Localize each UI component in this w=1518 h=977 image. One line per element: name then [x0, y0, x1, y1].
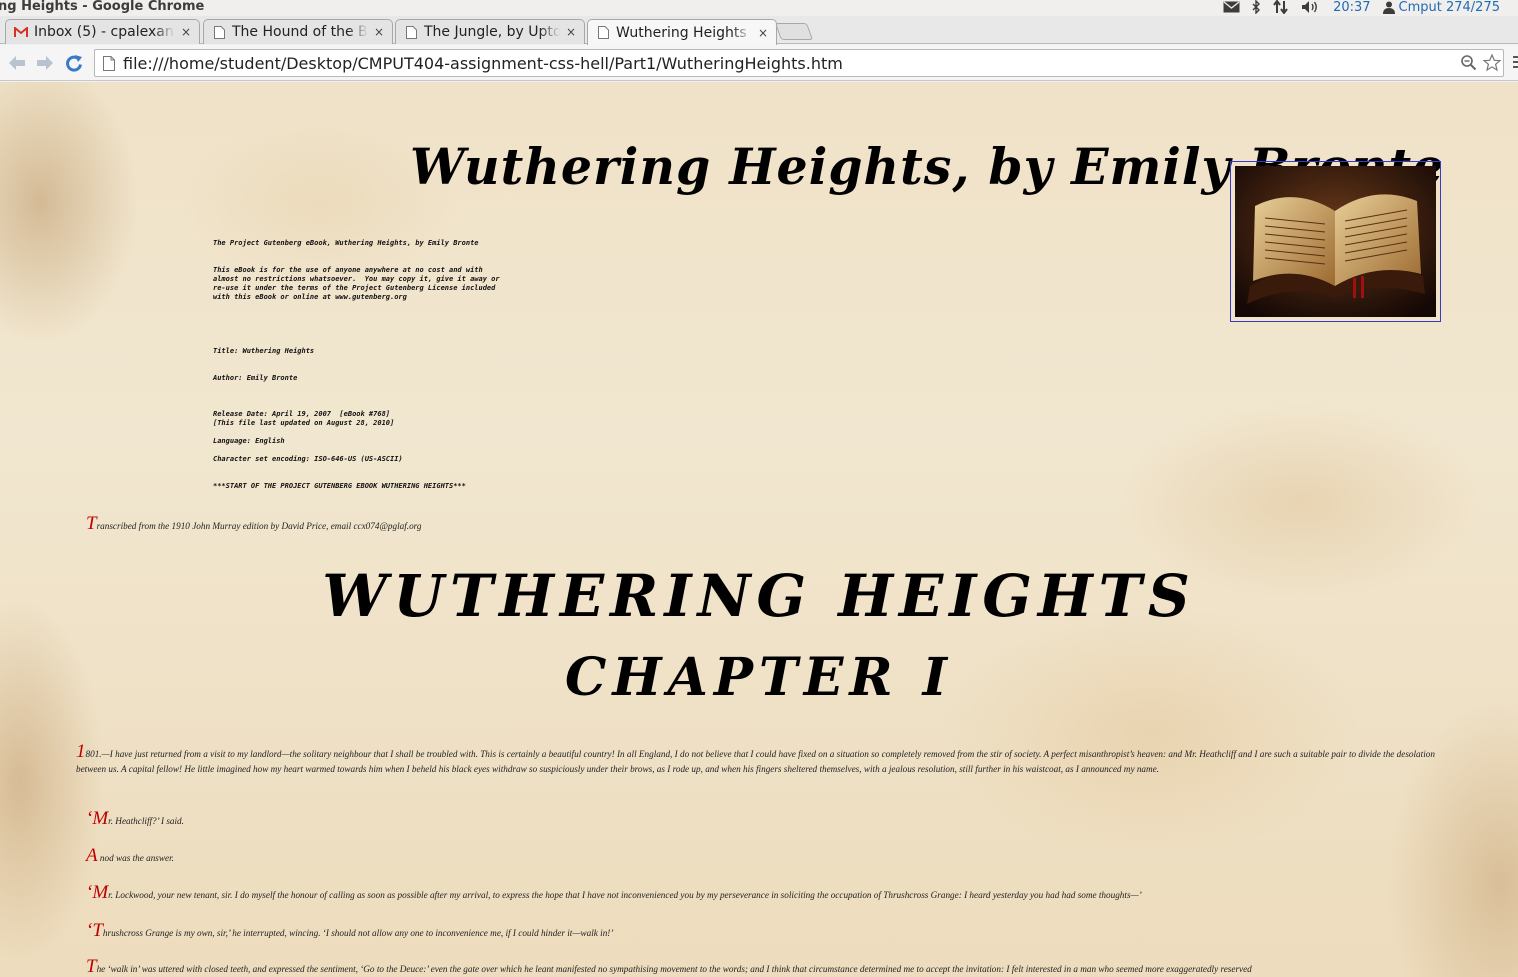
window-title: ng Heights - Google Chrome	[0, 0, 205, 14]
chapter-heading: CHAPTER I	[565, 647, 953, 708]
start-line: ***START OF THE PROJECT GUTENBERG EBOOK …	[213, 482, 466, 490]
release-line: Release Date: April 19, 2007 [eBook #768…	[213, 410, 395, 427]
tab-hound[interactable]: The Hound of the Ba ×	[203, 19, 393, 44]
old-book-image	[1235, 166, 1436, 317]
drop-cap: 1	[76, 741, 86, 762]
page-icon	[596, 26, 610, 40]
drop-cap: T	[86, 513, 97, 534]
tab-inbox[interactable]: Inbox (5) - cpalexan@ ×	[5, 19, 200, 44]
address-bar[interactable]: file:///home/student/Desktop/CMPUT404-as…	[94, 49, 1504, 77]
charset-line: Character set encoding: ISO-646-US (US-A…	[213, 455, 403, 463]
close-icon[interactable]: ×	[758, 26, 768, 40]
page-icon	[404, 25, 418, 39]
page-icon	[212, 25, 226, 39]
title-line: Title: Wuthering Heights	[213, 347, 315, 355]
tab-strip: Inbox (5) - cpalexan@ × The Hound of the…	[0, 16, 1518, 45]
paragraph: ‘Mr. Heathcliff?’ I said.	[86, 808, 1456, 829]
clock[interactable]: 20:37	[1333, 0, 1370, 15]
paragraph: ‘Mr. Lockwood, your new tenant, sir. I d…	[86, 882, 1456, 903]
tab-label: Wuthering Heights	[616, 24, 747, 41]
mail-icon[interactable]	[1223, 1, 1240, 13]
paragraph-text: hrushcross Grange is my own, sir,’ he in…	[102, 928, 614, 938]
paragraph-text: 801.—I have just returned from a visit t…	[76, 749, 1435, 774]
zoom-icon[interactable]	[1460, 54, 1477, 75]
page-viewport[interactable]: Wuthering Heights, by Emily Bronte The P…	[0, 82, 1518, 977]
close-icon[interactable]: ×	[181, 25, 191, 39]
tab-label: The Jungle, by Upton	[424, 24, 560, 40]
drop-cap: ‘M	[86, 882, 109, 903]
drop-cap: T	[86, 956, 97, 977]
url-text: file:///home/student/Desktop/CMPUT404-as…	[123, 53, 843, 73]
paragraph-text: r. Heathcliff?’ I said.	[108, 816, 184, 826]
author-line: Author: Emily Bronte	[213, 374, 298, 382]
browser-toolbar: file:///home/student/Desktop/CMPUT404-as…	[0, 45, 1518, 81]
tab-jungle[interactable]: The Jungle, by Upton ×	[395, 19, 585, 44]
network-icon[interactable]	[1273, 0, 1289, 14]
drop-cap: ‘T	[86, 920, 103, 941]
book-image	[1230, 161, 1441, 322]
gmail-icon	[14, 25, 28, 39]
transcribed-paragraph: Transcribed from the 1910 John Murray ed…	[86, 513, 1456, 534]
close-icon[interactable]: ×	[374, 25, 384, 39]
paragraph-text: r. Lockwood, your new tenant, sir. I do …	[108, 890, 1142, 900]
window-titlebar: ng Heights - Google Chrome 20:37 Cmput 2…	[0, 0, 1518, 16]
back-arrow-icon	[9, 56, 25, 70]
gutenberg-line: The Project Gutenberg eBook, Wuthering H…	[213, 239, 479, 247]
book-heading: WUTHERING HEIGHTS	[322, 562, 1196, 630]
forward-button[interactable]	[34, 53, 56, 73]
paragraph: 1801.—I have just returned from a visit …	[76, 741, 1446, 777]
drop-cap: A	[86, 845, 98, 866]
close-icon[interactable]: ×	[566, 25, 576, 39]
user-icon	[1382, 1, 1395, 14]
forward-arrow-icon	[37, 56, 53, 70]
tab-label: The Hound of the Ba	[232, 24, 368, 40]
tab-label: Inbox (5) - cpalexan@	[34, 24, 175, 40]
page-icon	[103, 55, 117, 71]
user-indicator[interactable]: Cmput 274/275	[1382, 0, 1500, 15]
volume-icon[interactable]	[1301, 0, 1321, 14]
reload-button[interactable]	[63, 53, 85, 73]
language-line: Language: English	[213, 437, 285, 445]
paragraph: A nod was the answer.	[86, 845, 1456, 866]
paragraph-text: nod was the answer.	[97, 853, 174, 863]
system-tray: 20:37 Cmput 274/275	[1223, 0, 1500, 15]
paragraph: The ‘walk in’ was uttered with closed te…	[86, 956, 1456, 977]
license-text: This eBook is for the use of anyone anyw…	[213, 266, 500, 301]
paragraph-text: ranscribed from the 1910 John Murray edi…	[96, 521, 422, 531]
menu-icon	[1513, 56, 1518, 68]
new-tab-button[interactable]	[774, 23, 814, 40]
reload-icon	[66, 55, 82, 72]
paragraph-text: he ‘walk in’ was uttered with closed tee…	[96, 964, 1252, 974]
bluetooth-icon[interactable]	[1252, 0, 1261, 14]
back-button[interactable]	[6, 53, 28, 73]
omnibox-actions	[1460, 53, 1502, 75]
tab-wuthering-heights[interactable]: Wuthering Heights ×	[587, 19, 777, 45]
paragraph: ‘Thrushcross Grange is my own, sir,’ he …	[86, 920, 1456, 941]
drop-cap: ‘M	[86, 808, 109, 829]
chrome-menu-button[interactable]	[1512, 53, 1518, 71]
user-name: Cmput 274/275	[1398, 0, 1500, 15]
bookmark-star-icon[interactable]	[1482, 53, 1502, 75]
